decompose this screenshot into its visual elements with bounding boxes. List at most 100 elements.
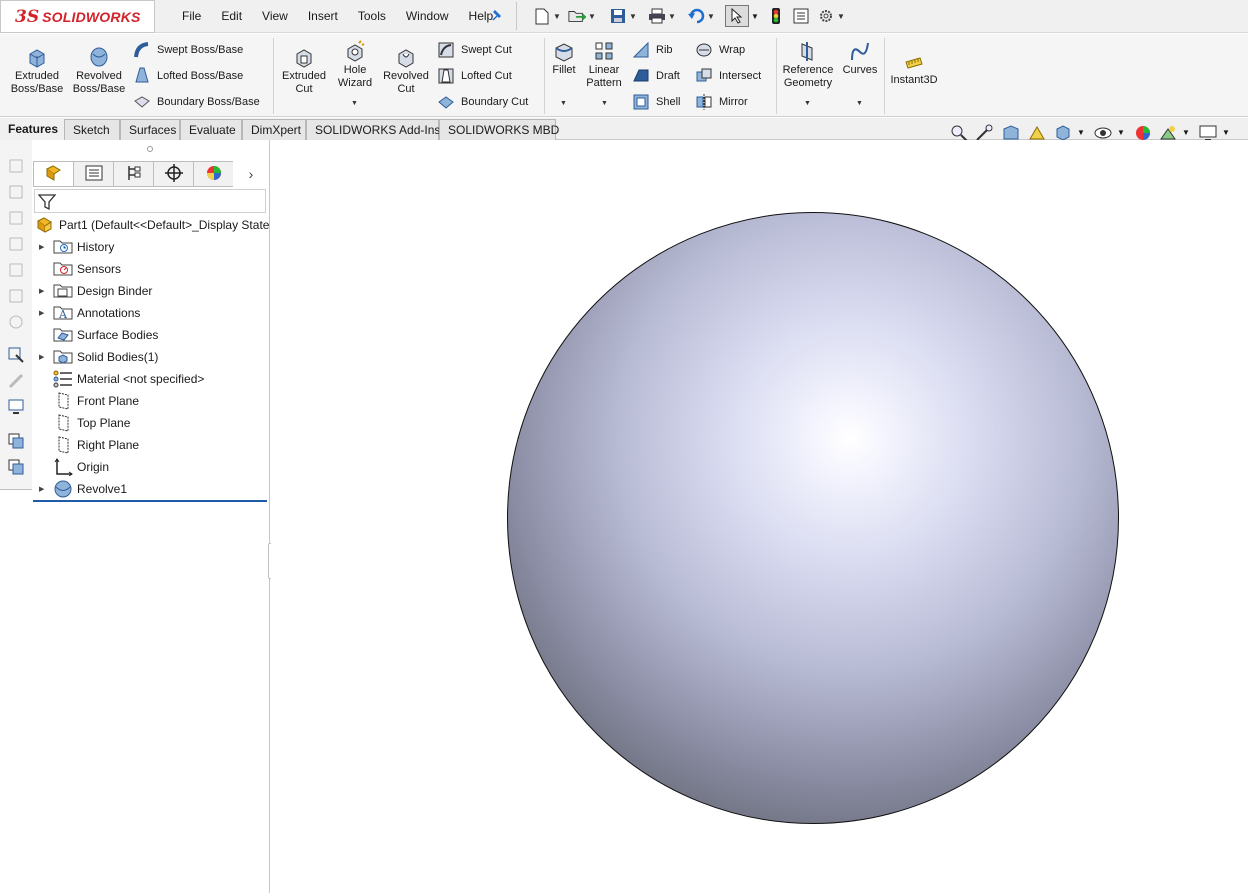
tab-addins[interactable]: SOLIDWORKS Add-Ins bbox=[306, 119, 440, 140]
options-button[interactable]: ▼ bbox=[817, 5, 845, 27]
swept-boss-button[interactable]: Swept Boss/Base bbox=[133, 39, 243, 61]
mirror-button[interactable]: Mirror bbox=[695, 91, 748, 113]
select-button[interactable] bbox=[725, 5, 749, 27]
undo-button[interactable]: ▼ bbox=[687, 5, 715, 27]
chevron-down-icon[interactable]: ▼ bbox=[804, 100, 811, 107]
chevron-down-icon[interactable]: ▼ bbox=[351, 100, 358, 107]
print-button[interactable]: ▼ bbox=[648, 5, 676, 27]
dimxpert-manager-tab[interactable] bbox=[153, 161, 193, 187]
selection-filter-icon[interactable] bbox=[7, 346, 25, 364]
lofted-boss-button[interactable]: Lofted Boss/Base bbox=[133, 65, 243, 87]
expand-arrow-icon[interactable]: ▶ bbox=[39, 309, 49, 317]
menu-window[interactable]: Window bbox=[396, 9, 459, 23]
extruded-boss-button[interactable]: Extruded Boss/Base bbox=[8, 46, 66, 96]
curves-button[interactable]: Curves bbox=[840, 40, 880, 77]
property-manager-tab[interactable] bbox=[73, 161, 113, 187]
feature-manager-tab[interactable] bbox=[33, 161, 73, 187]
chevron-down-icon[interactable]: ▼ bbox=[751, 5, 759, 27]
expand-arrow-icon[interactable]: ▶ bbox=[39, 287, 49, 295]
graphics-area[interactable] bbox=[271, 140, 1248, 893]
open-button[interactable]: ▼ bbox=[568, 5, 596, 27]
new-document-button[interactable]: ▼ bbox=[533, 5, 561, 27]
paste-icon[interactable] bbox=[7, 458, 25, 476]
arc-icon[interactable] bbox=[7, 287, 25, 305]
tree-item-solid-bodies[interactable]: ▶ Solid Bodies(1) bbox=[33, 346, 269, 368]
menu-tools[interactable]: Tools bbox=[348, 9, 396, 23]
tree-item-revolve1[interactable]: ▶ Revolve1 bbox=[33, 478, 269, 500]
rib-button[interactable]: Rib bbox=[632, 39, 673, 61]
panel-grip-icon[interactable] bbox=[147, 146, 153, 152]
pin-icon[interactable] bbox=[491, 8, 505, 25]
tree-item-material[interactable]: Material <not specified> bbox=[33, 368, 269, 390]
line-icon[interactable] bbox=[7, 209, 25, 227]
expand-arrow-icon[interactable]: ▶ bbox=[39, 353, 49, 361]
fillet-button[interactable]: Fillet bbox=[548, 40, 580, 77]
linear-pattern-button[interactable]: Linear Pattern bbox=[584, 40, 624, 90]
tab-dimxpert[interactable]: DimXpert bbox=[242, 119, 306, 140]
swept-boss-label: Swept Boss/Base bbox=[157, 44, 244, 56]
tree-item-sensors[interactable]: Sensors bbox=[33, 258, 269, 280]
chevron-down-icon[interactable]: ▼ bbox=[856, 100, 863, 107]
tree-item-annotations[interactable]: ▶ A Annotations bbox=[33, 302, 269, 324]
extruded-cut-button[interactable]: Extruded Cut bbox=[277, 46, 331, 96]
revolved-cut-button[interactable]: Revolved Cut bbox=[380, 46, 432, 96]
file-properties-button[interactable] bbox=[792, 5, 810, 27]
smart-dimension-icon[interactable] bbox=[7, 183, 25, 201]
tab-evaluate[interactable]: Evaluate bbox=[180, 119, 242, 140]
wrap-button[interactable]: Wrap bbox=[695, 39, 745, 61]
tab-surfaces[interactable]: Surfaces bbox=[120, 119, 180, 140]
chevron-down-icon[interactable]: ▼ bbox=[629, 12, 637, 21]
lofted-cut-button[interactable]: Lofted Cut bbox=[437, 65, 512, 87]
measure-icon[interactable] bbox=[7, 372, 25, 390]
swept-cut-button[interactable]: Swept Cut bbox=[437, 39, 512, 61]
tree-item-front-plane[interactable]: Front Plane bbox=[33, 390, 269, 412]
display-icon[interactable] bbox=[7, 398, 25, 416]
reference-geometry-button[interactable]: Reference Geometry bbox=[780, 40, 836, 90]
menu-view[interactable]: View bbox=[252, 9, 298, 23]
tree-root-part[interactable]: Part1 (Default<<Default>_Display State bbox=[33, 214, 269, 236]
save-button[interactable]: ▼ bbox=[609, 5, 637, 27]
rebuild-button[interactable] bbox=[767, 5, 785, 27]
chevron-down-icon[interactable]: ▼ bbox=[668, 12, 676, 21]
tree-item-design-binder[interactable]: ▶ Design Binder bbox=[33, 280, 269, 302]
tree-item-origin[interactable]: Origin bbox=[33, 456, 269, 478]
polygon-icon[interactable] bbox=[7, 313, 25, 331]
tab-features[interactable]: Features bbox=[0, 119, 64, 140]
shell-button[interactable]: Shell bbox=[632, 91, 680, 113]
boundary-cut-button[interactable]: Boundary Cut bbox=[437, 91, 528, 113]
draft-button[interactable]: Draft bbox=[632, 65, 680, 87]
menu-edit[interactable]: Edit bbox=[211, 9, 252, 23]
expand-arrow-icon[interactable]: ▶ bbox=[39, 485, 49, 493]
chevron-right-icon[interactable]: › bbox=[233, 161, 269, 187]
expand-arrow-icon[interactable]: ▶ bbox=[39, 243, 49, 251]
tree-item-history[interactable]: ▶ History bbox=[33, 236, 269, 258]
sphere-model[interactable] bbox=[507, 212, 1119, 824]
tab-sketch[interactable]: Sketch bbox=[64, 119, 120, 140]
tree-item-surface-bodies[interactable]: Surface Bodies bbox=[33, 324, 269, 346]
menu-insert[interactable]: Insert bbox=[298, 9, 348, 23]
tree-item-right-plane[interactable]: Right Plane bbox=[33, 434, 269, 456]
menu-file[interactable]: File bbox=[172, 9, 211, 23]
chevron-down-icon[interactable]: ▼ bbox=[588, 12, 596, 21]
configuration-manager-tab[interactable] bbox=[113, 161, 153, 187]
chevron-down-icon[interactable]: ▼ bbox=[553, 12, 561, 21]
chevron-down-icon[interactable]: ▼ bbox=[837, 12, 845, 21]
tree-item-top-plane[interactable]: Top Plane bbox=[33, 412, 269, 434]
copy-icon[interactable] bbox=[7, 432, 25, 450]
solidworks-logo[interactable]: 3S SOLIDWORKS bbox=[0, 0, 155, 33]
hole-wizard-button[interactable]: Hole Wizard bbox=[333, 40, 377, 90]
rollback-bar[interactable] bbox=[33, 500, 267, 502]
revolved-boss-button[interactable]: Revolved Boss/Base bbox=[70, 46, 128, 96]
tab-mbd[interactable]: SOLIDWORKS MBD bbox=[439, 119, 559, 140]
instant3d-button[interactable]: Instant3D bbox=[888, 50, 940, 87]
rectangle-icon[interactable] bbox=[7, 235, 25, 253]
display-manager-tab[interactable] bbox=[193, 161, 233, 187]
chevron-down-icon[interactable]: ▼ bbox=[601, 100, 608, 107]
circle-icon[interactable] bbox=[7, 261, 25, 279]
sketch-icon[interactable] bbox=[7, 157, 25, 175]
chevron-down-icon[interactable]: ▼ bbox=[560, 100, 567, 107]
chevron-down-icon[interactable]: ▼ bbox=[707, 12, 715, 21]
tree-filter-input[interactable] bbox=[34, 189, 266, 213]
boundary-boss-button[interactable]: Boundary Boss/Base bbox=[133, 91, 260, 113]
intersect-button[interactable]: Intersect bbox=[695, 65, 761, 87]
